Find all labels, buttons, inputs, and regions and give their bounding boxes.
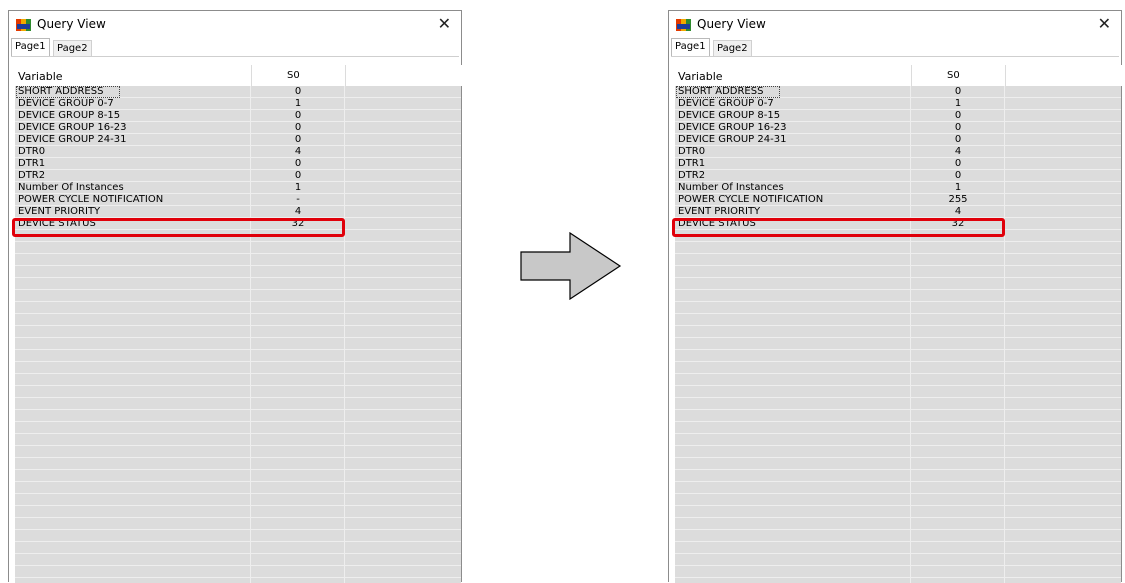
table-row[interactable]: DTR1 0 bbox=[675, 158, 1005, 170]
title-bar: Query View ✕ bbox=[9, 11, 461, 39]
table-row[interactable]: Number Of Instances 1 bbox=[675, 182, 1005, 194]
grid-rows: SHORT ADDRESS 0 DEVICE GROUP 0-7 1 DEVICE … bbox=[15, 86, 461, 583]
table-row[interactable]: DEVICE GROUP 0-7 1 bbox=[675, 98, 1005, 110]
column-header-variable[interactable]: Variable bbox=[678, 70, 723, 83]
dali-app-icon bbox=[16, 19, 31, 31]
table-row[interactable]: DEVICE GROUP 8-15 0 bbox=[675, 110, 1005, 122]
window-title: Query View bbox=[697, 17, 766, 31]
table-row[interactable]: SHORT ADDRESS 0 bbox=[675, 86, 1005, 98]
query-grid: Variable S0 SHORT ADDRESS 0 DEVICE GROUP … bbox=[15, 65, 463, 583]
right-arrow-icon bbox=[520, 232, 622, 300]
close-icon[interactable]: ✕ bbox=[1098, 14, 1111, 33]
table-row[interactable]: DTR1 0 bbox=[15, 158, 345, 170]
table-row[interactable]: DTR0 4 bbox=[675, 146, 1005, 158]
tab-strip: Page1 Page2 bbox=[671, 38, 1119, 57]
table-row[interactable]: EVENT PRIORITY 4 bbox=[15, 206, 345, 218]
tab-page1[interactable]: Page1 bbox=[671, 38, 710, 56]
column-divider bbox=[911, 65, 912, 86]
tab-page2[interactable]: Page2 bbox=[713, 40, 752, 56]
table-row[interactable]: DTR2 0 bbox=[675, 170, 1005, 182]
column-divider bbox=[1005, 65, 1006, 86]
table-row[interactable]: DTR2 0 bbox=[15, 170, 345, 182]
table-row[interactable]: DEVICE STATUS 32 bbox=[15, 218, 345, 230]
close-icon[interactable]: ✕ bbox=[438, 14, 451, 33]
column-header-s0[interactable]: S0 bbox=[287, 70, 300, 81]
column-header-s0[interactable]: S0 bbox=[947, 70, 960, 81]
table-row-power-cycle-notification[interactable]: POWER CYCLE NOTIFICATION 255 bbox=[675, 194, 1005, 206]
title-bar: Query View ✕ bbox=[669, 11, 1121, 39]
table-row[interactable]: DEVICE GROUP 16-23 0 bbox=[15, 122, 345, 134]
query-view-window-before: Query View ✕ Page1 Page2 Variable S0 SHO… bbox=[8, 10, 463, 583]
grid-rows: SHORT ADDRESS 0 DEVICE GROUP 0-7 1 DEVICE … bbox=[675, 86, 1121, 583]
table-row[interactable]: DTR0 4 bbox=[15, 146, 345, 158]
table-row[interactable]: Number Of Instances 1 bbox=[15, 182, 345, 194]
dali-app-icon bbox=[676, 19, 691, 31]
column-header-variable[interactable]: Variable bbox=[18, 70, 63, 83]
table-row[interactable]: DEVICE GROUP 16-23 0 bbox=[675, 122, 1005, 134]
table-row[interactable]: SHORT ADDRESS 0 bbox=[15, 86, 345, 98]
window-title: Query View bbox=[37, 17, 106, 31]
table-row-power-cycle-notification[interactable]: POWER CYCLE NOTIFICATION - bbox=[15, 194, 345, 206]
query-view-window-after: Query View ✕ Page1 Page2 Variable S0 SHO… bbox=[668, 10, 1123, 583]
column-divider bbox=[251, 65, 252, 86]
table-row[interactable]: DEVICE GROUP 24-31 0 bbox=[15, 134, 345, 146]
tab-page2[interactable]: Page2 bbox=[53, 40, 92, 56]
grid-header: Variable S0 bbox=[15, 65, 463, 86]
column-divider bbox=[345, 65, 346, 86]
table-row[interactable]: DEVICE GROUP 24-31 0 bbox=[675, 134, 1005, 146]
tab-strip: Page1 Page2 bbox=[11, 38, 459, 57]
query-grid: Variable S0 SHORT ADDRESS 0 DEVICE GROUP … bbox=[675, 65, 1123, 583]
table-row[interactable]: DEVICE GROUP 0-7 1 bbox=[15, 98, 345, 110]
table-row[interactable]: DEVICE GROUP 8-15 0 bbox=[15, 110, 345, 122]
table-row[interactable]: DEVICE STATUS 32 bbox=[675, 218, 1005, 230]
tab-page1[interactable]: Page1 bbox=[11, 38, 50, 56]
table-row[interactable]: EVENT PRIORITY 4 bbox=[675, 206, 1005, 218]
grid-header: Variable S0 bbox=[675, 65, 1123, 86]
